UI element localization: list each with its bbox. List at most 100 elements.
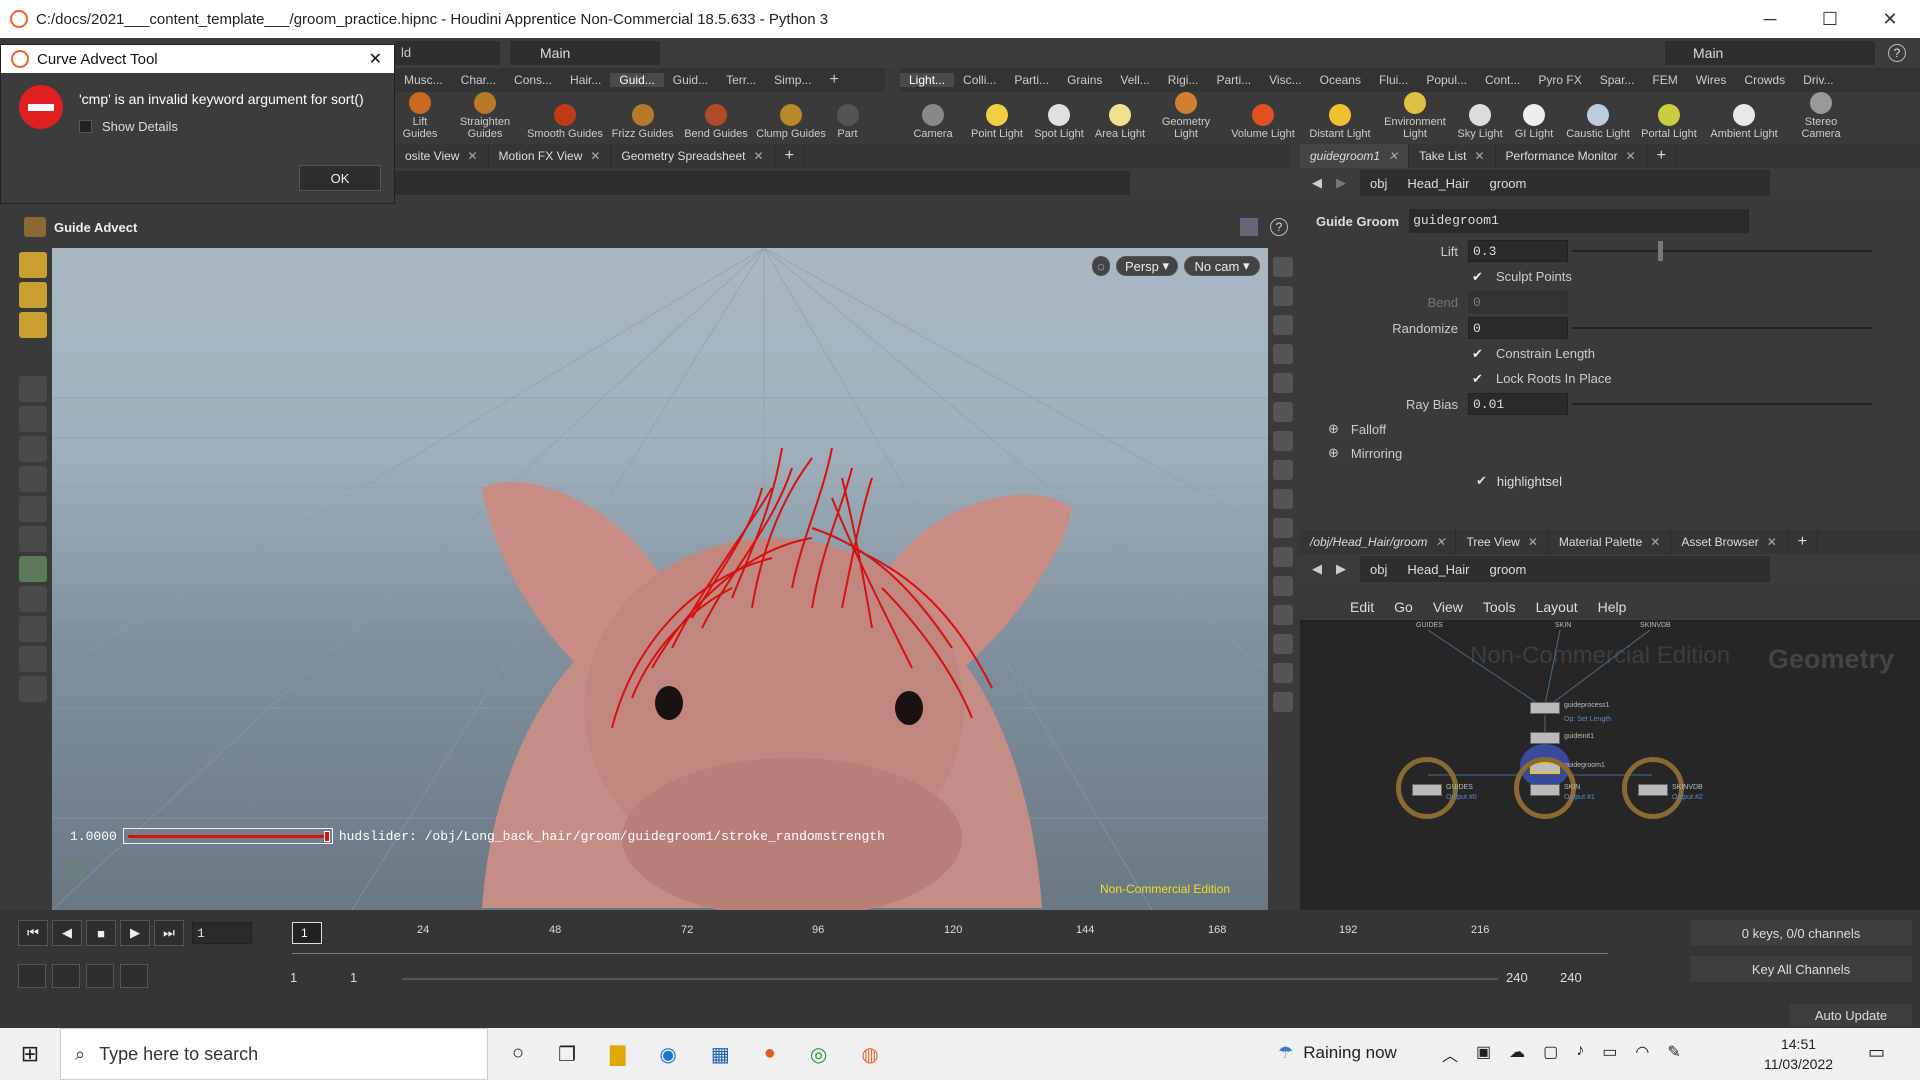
shelf-tab[interactable]: Driv... (1794, 73, 1842, 87)
store-icon[interactable]: ▦ (711, 1042, 730, 1067)
shelf-tab[interactable]: Visc... (1260, 73, 1310, 87)
pose-icon[interactable] (19, 526, 47, 552)
chevron-up-icon[interactable]: ︿ (1442, 1042, 1458, 1066)
add-tab-icon[interactable]: + (1647, 144, 1677, 168)
shelf-tab[interactable]: Popul... (1417, 73, 1476, 87)
guideinit-node[interactable] (1530, 732, 1560, 744)
maximize-button[interactable]: ☐ (1800, 0, 1860, 38)
weather-widget[interactable]: ☂ Raining now (1278, 1043, 1397, 1063)
play-reverse-icon[interactable]: ◀ (52, 920, 82, 946)
notification-icon[interactable]: ▭ (1868, 1042, 1885, 1063)
crumb-obj[interactable]: obj (1360, 556, 1398, 582)
close-tab-icon[interactable]: ✕ (467, 149, 477, 163)
snap-icon[interactable] (1273, 518, 1293, 538)
shelf-tab[interactable]: Colli... (954, 73, 1005, 87)
pen-icon[interactable]: ✎ (1667, 1042, 1680, 1066)
shading-icon[interactable] (1273, 373, 1293, 393)
show-details-checkbox[interactable]: Show Details (79, 119, 178, 134)
task-view-icon[interactable]: ❐ (558, 1042, 576, 1067)
close-tab-icon[interactable]: ✕ (1435, 535, 1445, 549)
gi-light-tool[interactable]: GI Light (1506, 104, 1562, 144)
speaker-icon[interactable]: ♪ (1576, 1042, 1584, 1066)
crumb-head-hair[interactable]: Head_Hair (1397, 170, 1480, 196)
clock-icon[interactable] (120, 964, 148, 988)
end-frame-b[interactable]: 240 (1560, 970, 1582, 985)
close-tab-icon[interactable]: ✕ (1767, 535, 1777, 549)
tab-motion-fx-view[interactable]: Motion FX View ✕ (489, 144, 612, 168)
lift-guides-tool[interactable]: Lift Guides (395, 92, 445, 144)
magnet-icon[interactable] (19, 616, 47, 642)
key-all-channels-button[interactable]: Key All Channels (1690, 956, 1912, 982)
audio-icon[interactable] (52, 964, 80, 988)
crumb-head-hair[interactable]: Head_Hair (1397, 556, 1480, 582)
start-frame-b[interactable]: 1 (350, 970, 398, 985)
taskbar-search[interactable]: ⌕ Type here to search (60, 1028, 488, 1080)
timeline-cursor[interactable]: 1 (292, 922, 322, 944)
area-light-tool[interactable]: Area Light (1090, 104, 1150, 144)
bend-field[interactable]: 0 (1468, 291, 1568, 313)
shelf-tab[interactable]: Guid... (664, 73, 717, 87)
close-tab-icon[interactable]: ✕ (1650, 535, 1660, 549)
shelf-tab[interactable]: Terr... (717, 73, 765, 87)
lock-camera-icon[interactable]: ◌ (1092, 256, 1110, 276)
display-icon[interactable] (1273, 286, 1293, 306)
pen-icon[interactable] (1273, 605, 1293, 625)
output-node-guides[interactable] (1412, 784, 1442, 796)
viewer-path-field[interactable] (395, 171, 1130, 195)
tab-geometry-spreadsheet[interactable]: Geometry Spreadsheet ✕ (611, 144, 775, 168)
sculpt-points-toggle[interactable]: ✔ Sculpt Points (1300, 264, 1920, 289)
smooth-guides-tool[interactable]: Smooth Guides (525, 104, 605, 144)
lock-icon[interactable] (19, 406, 47, 432)
camera-tool[interactable]: Camera (900, 104, 966, 144)
menu-help[interactable]: Help (1598, 599, 1627, 615)
tab-tree-view[interactable]: Tree View ✕ (1456, 530, 1549, 554)
realtime-icon[interactable] (86, 964, 114, 988)
rotate-icon[interactable] (19, 466, 47, 492)
options-icon[interactable] (18, 964, 46, 988)
node-name-field[interactable]: guidegroom1 (1409, 209, 1750, 233)
crumb-groom[interactable]: groom (1479, 556, 1770, 582)
shelf-tab[interactable]: Char... (452, 73, 505, 87)
ok-button[interactable]: OK (299, 165, 381, 191)
persp-button[interactable]: Persp ▾ (1116, 256, 1178, 276)
menu-go[interactable]: Go (1394, 599, 1413, 615)
lift-field[interactable]: 0.3 (1468, 240, 1568, 262)
counter-icon[interactable] (1273, 663, 1293, 683)
straighten-guides-tool[interactable]: Straighten Guides (445, 92, 525, 144)
frizz-guides-tool[interactable]: Frizz Guides (605, 104, 680, 144)
caustic-light-tool[interactable]: Caustic Light (1562, 104, 1634, 144)
add-tab-icon[interactable]: + (775, 144, 805, 168)
pen-icon[interactable] (1273, 634, 1293, 654)
snap-icon[interactable] (19, 586, 47, 612)
check-icon[interactable]: ✔ (1472, 346, 1486, 361)
forward-arrow-icon[interactable]: ▶ (1336, 561, 1346, 577)
check-icon[interactable]: ✔ (1472, 371, 1486, 386)
tab-network[interactable]: /obj/Head_Hair/groom ✕ (1300, 530, 1457, 554)
battery-icon[interactable]: ▭ (1602, 1042, 1617, 1066)
shelf-tab-active[interactable]: Guid... (610, 73, 664, 87)
select-arrow-icon[interactable] (19, 376, 47, 402)
shelf-tab[interactable]: Rigi... (1159, 73, 1208, 87)
shelf-tab[interactable]: Pyro FX (1529, 73, 1590, 87)
shelf-tab[interactable]: Parti... (1207, 73, 1260, 87)
back-arrow-icon[interactable]: ◀ (1312, 561, 1322, 577)
houdini-taskbar-icon[interactable]: ◍ (861, 1042, 878, 1067)
hud-slider-handle[interactable] (323, 831, 330, 842)
add-tab-icon[interactable]: + (1788, 530, 1819, 554)
expand-icon[interactable]: ⊕ (1328, 421, 1339, 437)
tab-material-palette[interactable]: Material Palette ✕ (1549, 530, 1672, 554)
spot-light-tool[interactable]: Spot Light (1028, 104, 1090, 144)
cloud-icon[interactable]: ☁ (1509, 1042, 1525, 1066)
keys-status[interactable]: 0 keys, 0/0 channels (1690, 920, 1912, 946)
3d-viewport[interactable]: ◌ Persp ▾ No cam ▾ 1.0000 hudslider: /ob… (52, 248, 1268, 910)
help-icon[interactable]: ? (1888, 44, 1906, 62)
shelf-tab[interactable]: Simp... (765, 73, 820, 87)
randomize-field[interactable]: 0 (1468, 317, 1568, 339)
cortana-icon[interactable]: ○ (512, 1042, 524, 1067)
distant-light-tool[interactable]: Distant Light (1304, 104, 1376, 144)
shelf-tab[interactable]: Hair... (561, 73, 610, 87)
shelf-tab[interactable]: Spar... (1591, 73, 1644, 87)
shelf-tab[interactable]: Wires (1687, 73, 1736, 87)
shelf-tab[interactable]: Musc... (395, 73, 452, 87)
play-icon[interactable]: ▶ (120, 920, 150, 946)
